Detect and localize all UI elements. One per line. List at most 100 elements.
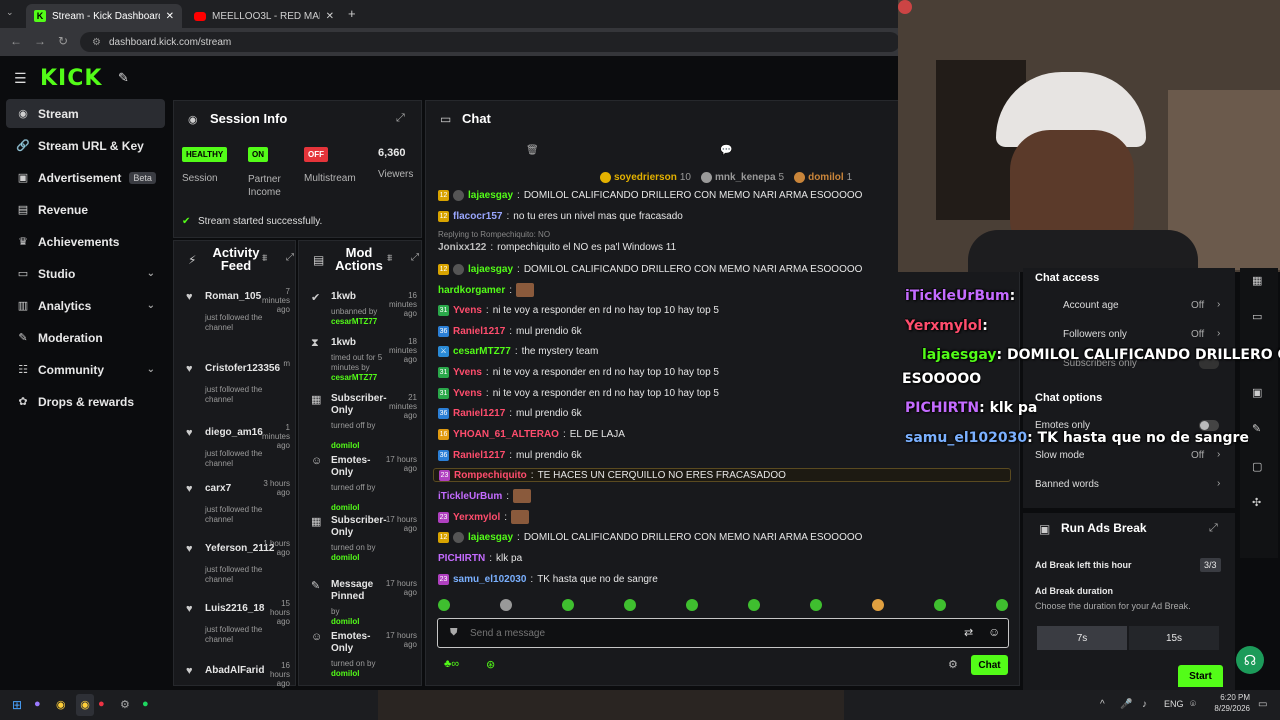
- chat-username[interactable]: PICHIRTN: [438, 553, 485, 564]
- kick-logo[interactable]: KICK: [40, 66, 102, 91]
- chrome-icon[interactable]: ◉: [56, 698, 66, 711]
- sidebar-item-drops-rewards[interactable]: ✿ Drops & rewards: [6, 387, 165, 416]
- start-ad-button[interactable]: Start: [1178, 665, 1223, 687]
- tab-close-icon[interactable]: ✕: [166, 11, 174, 22]
- mod-action-actor[interactable]: domilol: [331, 617, 359, 627]
- forward-icon[interactable]: →: [34, 34, 46, 48]
- lang-indicator[interactable]: ENG: [1164, 699, 1184, 709]
- chat-username[interactable]: flacocr157: [453, 211, 502, 222]
- sidebar-item-stream-url-key[interactable]: 🔗 Stream URL & Key: [6, 131, 165, 160]
- reload-icon[interactable]: ↻: [58, 34, 68, 48]
- chevron-right-icon[interactable]: ›: [1217, 328, 1220, 339]
- settings-gear-icon[interactable]: ⚙: [948, 658, 958, 671]
- chat-username[interactable]: Yvens: [453, 305, 482, 316]
- chevron-right-icon[interactable]: ›: [1217, 478, 1220, 489]
- settings-icon[interactable]: ⚙: [120, 698, 130, 711]
- chat-username[interactable]: Raniel1217: [453, 408, 505, 419]
- help-headset-icon[interactable]: ☊: [1236, 646, 1264, 674]
- emote-frog-icon[interactable]: [748, 599, 760, 611]
- chat-username[interactable]: hardkorgamer: [438, 285, 505, 296]
- tab-close-icon[interactable]: ✕: [326, 11, 334, 22]
- chat-message[interactable]: 31 Yvens: ni te voy a responder en rd no h…: [438, 303, 719, 317]
- chat-username[interactable]: lajaesgay: [468, 190, 513, 201]
- chat-message[interactable]: 36 Raniel1217: mul prendio 6k: [438, 406, 582, 420]
- gifter-item[interactable]: domilol 1: [794, 170, 852, 184]
- sidebar-item-achievements[interactable]: ♛ Achievements: [6, 227, 165, 256]
- chevron-right-icon[interactable]: ›: [1217, 299, 1220, 310]
- clock-date[interactable]: 8/29/2026: [1210, 704, 1250, 713]
- notifications-icon[interactable]: ▭: [1258, 699, 1267, 710]
- chat-username[interactable]: Raniel1217: [453, 326, 505, 337]
- windows-start-icon[interactable]: ⊞: [12, 698, 22, 712]
- tab-youtube[interactable]: MEELLOO3L - RED MALA (VIDE ✕: [186, 4, 342, 28]
- chat-message[interactable]: 23 Yerxmylol:: [438, 510, 530, 524]
- sidebar-item-studio[interactable]: ▭ Studio ⌄: [6, 259, 165, 288]
- sidebar-item-revenue[interactable]: ▤ Revenue: [6, 195, 165, 224]
- chat-username[interactable]: samu_el102030: [453, 574, 526, 585]
- menu-icon[interactable]: ☰: [14, 70, 27, 87]
- gifter-item[interactable]: mnk_kenepa 5: [700, 170, 784, 184]
- emote-frog-icon[interactable]: [624, 599, 636, 611]
- ad-duration-option[interactable]: 7s: [1037, 626, 1127, 650]
- gifter-item[interactable]: soyedrierson 10: [600, 170, 691, 184]
- emoji-icon[interactable]: ☺: [988, 625, 1000, 639]
- chat-username[interactable]: cesarMTZ77: [453, 346, 511, 357]
- chat-username[interactable]: YHOAN_61_ALTERAO: [453, 429, 559, 440]
- chrome-active-icon[interactable]: ◉: [76, 694, 94, 716]
- sidebar-item-advertisement[interactable]: ▣ Advertisement Beta: [6, 163, 165, 192]
- chat-username[interactable]: Rompechiquito: [454, 470, 527, 481]
- tool-icon[interactable]: ✎: [1252, 422, 1261, 435]
- mod-action-actor[interactable]: domilol: [331, 441, 359, 451]
- emote-frog-icon[interactable]: [562, 599, 574, 611]
- ad-duration-option[interactable]: 15s: [1129, 626, 1219, 650]
- chat-message-input[interactable]: [470, 625, 930, 641]
- trash-icon[interactable]: 🗑: [526, 145, 539, 156]
- chat-username[interactable]: Raniel1217: [453, 450, 505, 461]
- expand-icon[interactable]: ⤢: [1209, 522, 1218, 535]
- layout-icon[interactable]: ▦: [1252, 274, 1262, 287]
- emote-frog-icon[interactable]: [996, 599, 1008, 611]
- new-tab-icon[interactable]: +: [348, 6, 356, 21]
- kick-emote-icon[interactable]: ⊛: [486, 658, 495, 671]
- back-icon[interactable]: ←: [10, 34, 22, 48]
- mod-action-actor[interactable]: cesarMTZ77: [331, 373, 377, 383]
- chat-message[interactable]: 12 lajaesgay: DOMILOL CALIFICANDO DRILLERO…: [438, 530, 862, 544]
- mic-icon[interactable]: 🎤: [1120, 699, 1132, 710]
- chat-options-icon[interactable]: 💬: [720, 145, 732, 156]
- chevron-down-icon[interactable]: ⌄: [147, 364, 155, 375]
- chat-message[interactable]: hardkorgamer:: [438, 283, 535, 297]
- obs-icon[interactable]: ●: [98, 698, 105, 710]
- chat-message[interactable]: 31 Yvens: ni te voy a responder en rd no h…: [438, 386, 719, 400]
- emote-gear-icon[interactable]: [500, 599, 512, 611]
- emote-face-icon[interactable]: [872, 599, 884, 611]
- emote-frog-icon[interactable]: [934, 599, 946, 611]
- chat-message[interactable]: 12 flacocr157: no tu eres un nivel mas que…: [438, 209, 683, 223]
- chat-message[interactable]: 16 YHOAN_61_ALTERAO: EL DE LAJA: [438, 427, 625, 441]
- translate-icon[interactable]: ⇄: [964, 626, 973, 639]
- send-chat-button[interactable]: Chat: [971, 655, 1008, 675]
- chat-message[interactable]: 31 Yvens: ni te voy a responder en rd no h…: [438, 365, 719, 379]
- sidebar-item-stream[interactable]: ◉ Stream: [6, 99, 165, 128]
- chat-message[interactable]: PICHIRTN: klk pa: [438, 551, 522, 565]
- chat-username[interactable]: lajaesgay: [468, 532, 513, 543]
- window-icon[interactable]: ▢: [1252, 460, 1262, 473]
- chevron-down-icon[interactable]: ⌄: [147, 300, 155, 311]
- filter-icon[interactable]: ⩩: [262, 253, 267, 264]
- chat-username[interactable]: lajaesgay: [468, 264, 513, 275]
- expand-icon[interactable]: ⤢: [396, 112, 405, 125]
- puzzle-icon[interactable]: ✣: [1252, 496, 1261, 509]
- chat-message[interactable]: ⚔ cesarMTZ77: the mystery team: [438, 344, 598, 358]
- chat-username[interactable]: Jonixx122: [438, 242, 486, 253]
- chevron-right-icon[interactable]: ›: [1217, 449, 1220, 460]
- sidebar-item-analytics[interactable]: ▥ Analytics ⌄: [6, 291, 165, 320]
- emote-frog-icon[interactable]: [810, 599, 822, 611]
- expand-icon[interactable]: ⤢: [411, 252, 419, 263]
- network-icon[interactable]: ⌾: [1190, 699, 1196, 710]
- tray-chevron-icon[interactable]: ^: [1100, 699, 1105, 710]
- chat-message[interactable]: 23 Rompechiquito: TE HACES UN CERQUILLO NO…: [433, 468, 1011, 482]
- chat-input-box[interactable]: ⛊ ⇄ ☺: [437, 618, 1009, 648]
- mod-action-actor[interactable]: cesarMTZ77: [331, 317, 377, 327]
- filter-icon[interactable]: ⩩: [387, 253, 392, 264]
- emote-menu-icon[interactable]: [438, 599, 450, 611]
- site-info-icon[interactable]: ⚙: [92, 37, 101, 48]
